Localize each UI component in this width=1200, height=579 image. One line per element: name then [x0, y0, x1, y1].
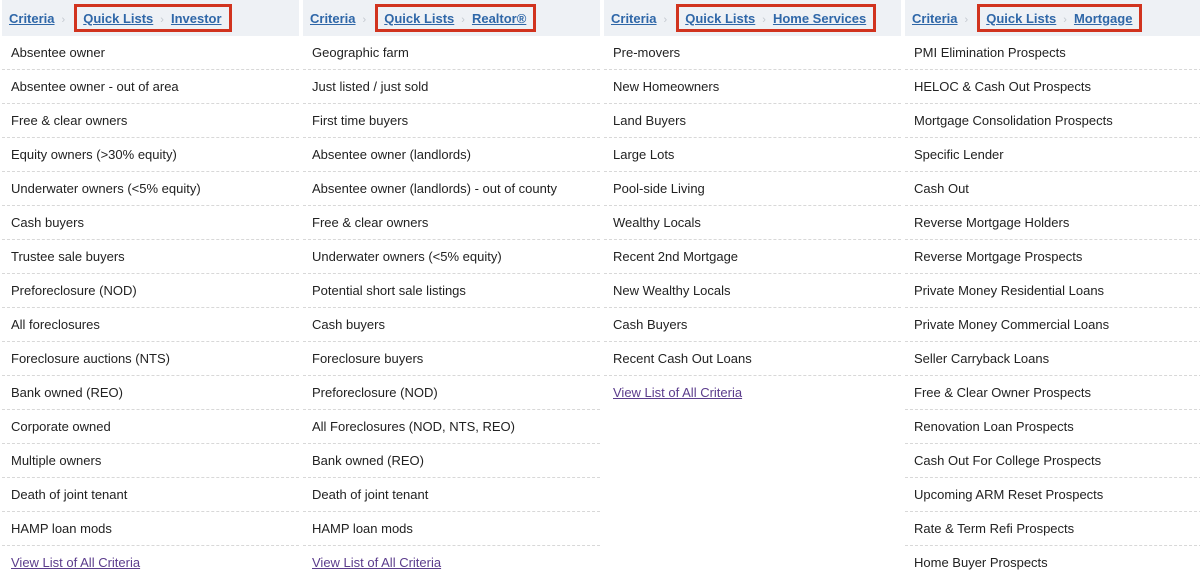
list-item[interactable]: Private Money Commercial Loans: [905, 308, 1200, 342]
list-item[interactable]: Recent Cash Out Loans: [604, 342, 901, 376]
list-item[interactable]: Cash buyers: [2, 206, 299, 240]
list-item[interactable]: Bank owned (REO): [303, 444, 600, 478]
breadcrumb-quick-lists-link[interactable]: Quick Lists: [685, 11, 755, 26]
list-item[interactable]: Cash Out For College Prospects: [905, 444, 1200, 478]
list-item[interactable]: Death of joint tenant: [303, 478, 600, 512]
list-item[interactable]: Specific Lender: [905, 138, 1200, 172]
list-item[interactable]: Upcoming ARM Reset Prospects: [905, 478, 1200, 512]
breadcrumb-current-link[interactable]: Home Services: [773, 11, 866, 26]
list-item[interactable]: Equity owners (>30% equity): [2, 138, 299, 172]
list-item[interactable]: HAMP loan mods: [303, 512, 600, 546]
list-item[interactable]: Corporate owned: [2, 410, 299, 444]
list-item[interactable]: PMI Elimination Prospects: [905, 36, 1200, 70]
list-item[interactable]: Multiple owners: [2, 444, 299, 478]
quick-list: Geographic farm Just listed / just sold …: [303, 36, 600, 546]
highlight-box: Quick Lists › Investor: [74, 4, 232, 32]
list-item[interactable]: Cash Buyers: [604, 308, 901, 342]
list-item[interactable]: Mortgage Consolidation Prospects: [905, 104, 1200, 138]
breadcrumb: Criteria › Quick Lists › Realtor®: [303, 0, 600, 36]
highlight-box: Quick Lists › Realtor®: [375, 4, 537, 32]
breadcrumb-separator-icon: ›: [762, 14, 766, 26]
list-item[interactable]: Preforeclosure (NOD): [303, 376, 600, 410]
breadcrumb-criteria-link[interactable]: Criteria: [912, 11, 958, 26]
list-item[interactable]: Preforeclosure (NOD): [2, 274, 299, 308]
list-item[interactable]: Potential short sale listings: [303, 274, 600, 308]
quick-list-panel-investor: Criteria › Quick Lists › Investor Absent…: [2, 0, 299, 574]
breadcrumb-current-link[interactable]: Realtor®: [472, 11, 526, 26]
quick-list: Absentee owner Absentee owner - out of a…: [2, 36, 299, 546]
breadcrumb-criteria-link[interactable]: Criteria: [9, 11, 55, 26]
view-all-criteria-link[interactable]: View List of All Criteria: [604, 376, 901, 409]
breadcrumb-separator-icon: ›: [663, 14, 668, 26]
list-item[interactable]: New Homeowners: [604, 70, 901, 104]
list-item[interactable]: Large Lots: [604, 138, 901, 172]
list-item[interactable]: Free & clear owners: [303, 206, 600, 240]
breadcrumb-separator-icon: ›: [964, 14, 969, 26]
list-item[interactable]: Underwater owners (<5% equity): [2, 172, 299, 206]
list-item[interactable]: Underwater owners (<5% equity): [303, 240, 600, 274]
breadcrumb-quick-lists-link[interactable]: Quick Lists: [986, 11, 1056, 26]
list-item[interactable]: Recent 2nd Mortgage: [604, 240, 901, 274]
quick-list-panel-home-services: Criteria › Quick Lists › Home Services P…: [604, 0, 901, 574]
list-item[interactable]: First time buyers: [303, 104, 600, 138]
view-all-criteria-link[interactable]: View List of All Criteria: [303, 546, 600, 579]
list-item[interactable]: Land Buyers: [604, 104, 901, 138]
list-item[interactable]: Pre-movers: [604, 36, 901, 70]
list-item[interactable]: Cash buyers: [303, 308, 600, 342]
breadcrumb-criteria-link[interactable]: Criteria: [310, 11, 356, 26]
breadcrumb-criteria-link[interactable]: Criteria: [611, 11, 657, 26]
list-item[interactable]: HELOC & Cash Out Prospects: [905, 70, 1200, 104]
list-item[interactable]: Home Buyer Prospects: [905, 546, 1200, 579]
breadcrumb-quick-lists-link[interactable]: Quick Lists: [384, 11, 454, 26]
list-item[interactable]: All Foreclosures (NOD, NTS, REO): [303, 410, 600, 444]
quick-list: Pre-movers New Homeowners Land Buyers La…: [604, 36, 901, 376]
list-item[interactable]: All foreclosures: [2, 308, 299, 342]
quick-list-panel-realtor: Criteria › Quick Lists › Realtor® Geogra…: [303, 0, 600, 574]
list-item[interactable]: Pool-side Living: [604, 172, 901, 206]
breadcrumb-separator-icon: ›: [160, 14, 164, 26]
list-item[interactable]: New Wealthy Locals: [604, 274, 901, 308]
list-item[interactable]: Foreclosure auctions (NTS): [2, 342, 299, 376]
list-item[interactable]: Free & Clear Owner Prospects: [905, 376, 1200, 410]
breadcrumb: Criteria › Quick Lists › Mortgage: [905, 0, 1200, 36]
list-item[interactable]: Trustee sale buyers: [2, 240, 299, 274]
breadcrumb: Criteria › Quick Lists › Home Services: [604, 0, 901, 36]
list-item[interactable]: Private Money Residential Loans: [905, 274, 1200, 308]
list-item[interactable]: Geographic farm: [303, 36, 600, 70]
list-item[interactable]: Cash Out: [905, 172, 1200, 206]
list-item[interactable]: HAMP loan mods: [2, 512, 299, 546]
breadcrumb-quick-lists-link[interactable]: Quick Lists: [83, 11, 153, 26]
view-all-criteria-link[interactable]: View List of All Criteria: [2, 546, 299, 579]
breadcrumb-separator-icon: ›: [61, 14, 66, 26]
list-item[interactable]: Renovation Loan Prospects: [905, 410, 1200, 444]
breadcrumb: Criteria › Quick Lists › Investor: [2, 0, 299, 36]
quick-list-panel-mortgage: Criteria › Quick Lists › Mortgage PMI El…: [905, 0, 1200, 574]
list-item[interactable]: Just listed / just sold: [303, 70, 600, 104]
breadcrumb-separator-icon: ›: [461, 14, 465, 26]
list-item[interactable]: Death of joint tenant: [2, 478, 299, 512]
list-item[interactable]: Reverse Mortgage Holders: [905, 206, 1200, 240]
highlight-box: Quick Lists › Home Services: [676, 4, 877, 32]
list-item[interactable]: Bank owned (REO): [2, 376, 299, 410]
breadcrumb-separator-icon: ›: [1063, 14, 1067, 26]
breadcrumb-current-link[interactable]: Investor: [171, 11, 222, 26]
breadcrumb-current-link[interactable]: Mortgage: [1074, 11, 1133, 26]
breadcrumb-separator-icon: ›: [362, 14, 367, 26]
list-item[interactable]: Seller Carryback Loans: [905, 342, 1200, 376]
list-item[interactable]: Absentee owner: [2, 36, 299, 70]
list-item[interactable]: Absentee owner - out of area: [2, 70, 299, 104]
quick-list: PMI Elimination Prospects HELOC & Cash O…: [905, 36, 1200, 579]
list-item[interactable]: Wealthy Locals: [604, 206, 901, 240]
list-item[interactable]: Rate & Term Refi Prospects: [905, 512, 1200, 546]
list-item[interactable]: Absentee owner (landlords): [303, 138, 600, 172]
list-item[interactable]: Foreclosure buyers: [303, 342, 600, 376]
list-item[interactable]: Free & clear owners: [2, 104, 299, 138]
list-item[interactable]: Absentee owner (landlords) - out of coun…: [303, 172, 600, 206]
list-item[interactable]: Reverse Mortgage Prospects: [905, 240, 1200, 274]
highlight-box: Quick Lists › Mortgage: [977, 4, 1143, 32]
